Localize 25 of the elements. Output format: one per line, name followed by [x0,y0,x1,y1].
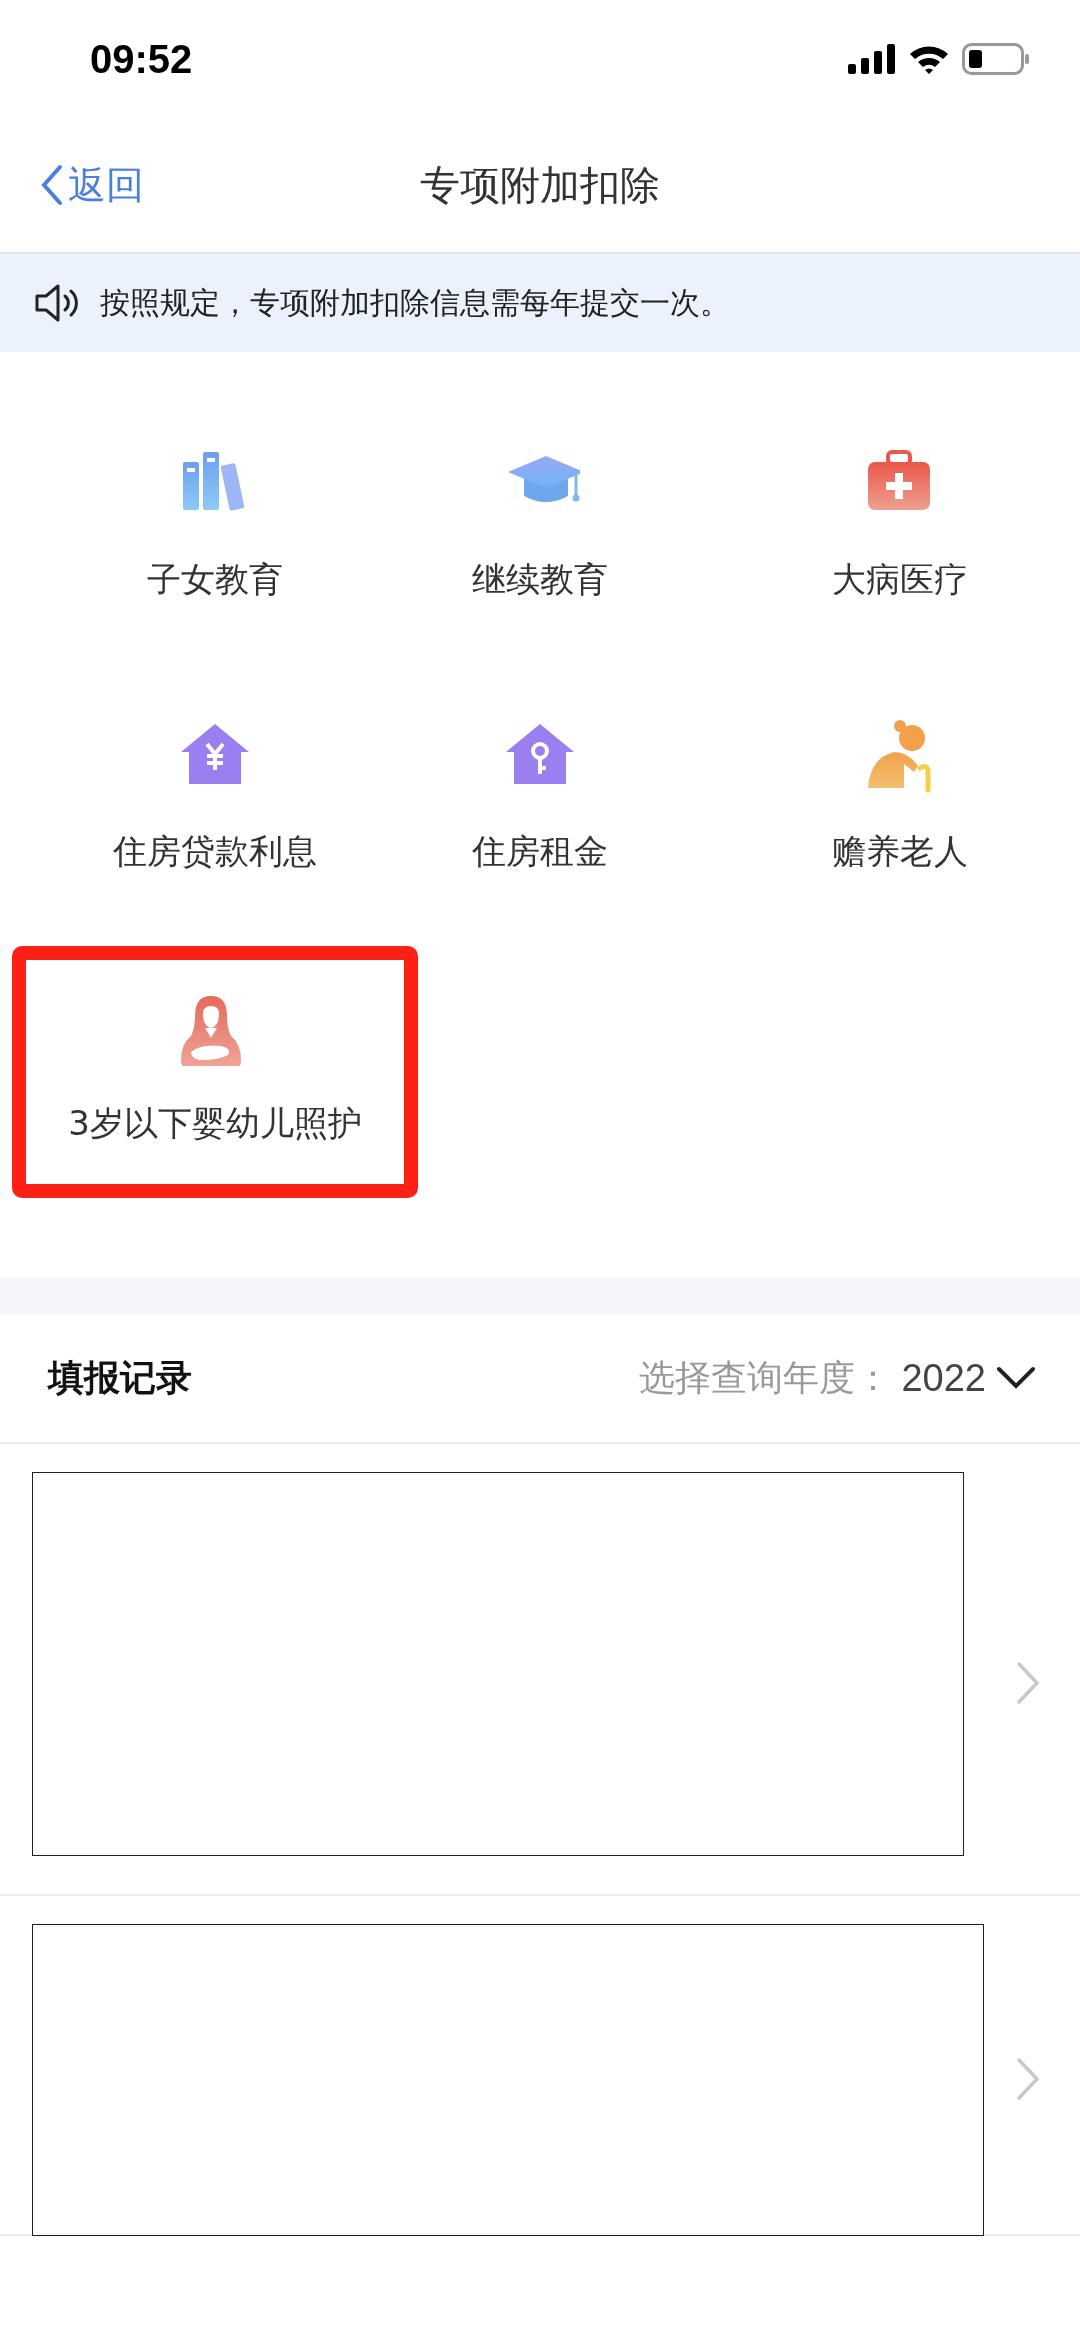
signal-icon [848,44,896,74]
category-label: 住房贷款利息 [113,830,317,873]
category-label: 赡养老人 [832,830,968,873]
category-label: 大病医疗 [832,558,968,601]
category-label: 继续教育 [472,558,608,601]
chevron-right-icon[interactable] [1016,2057,1040,2101]
category-item[interactable]: 3岁以下婴幼儿照护 [12,946,418,1198]
chevron-left-icon [40,164,64,206]
chevron-down-icon [996,1366,1036,1390]
chevron-right-icon[interactable] [1016,1661,1040,1705]
category-label: 住房租金 [472,830,608,873]
wifi-icon [908,44,950,74]
notice-text: 按照规定，专项附加扣除信息需每年提交一次。 [100,283,730,322]
back-button[interactable]: 返回 [40,159,144,211]
year-selector[interactable]: 选择查询年度： 2022 [639,1353,1036,1403]
category-label: 子女教育 [147,558,283,601]
year-value: 2022 [901,1356,986,1400]
category-label: 3岁以下婴幼儿照护 [68,1102,362,1145]
year-label: 选择查询年度： [639,1355,892,1400]
section-title: 填报记录 [48,1355,192,1400]
page-title: 专项附加扣除 [420,160,660,210]
status-time: 09:52 [90,36,193,82]
category-item[interactable]: 赡养老人 [720,674,1080,926]
battery-icon [962,43,1030,75]
category-item[interactable]: 大病医疗 [720,402,1080,654]
